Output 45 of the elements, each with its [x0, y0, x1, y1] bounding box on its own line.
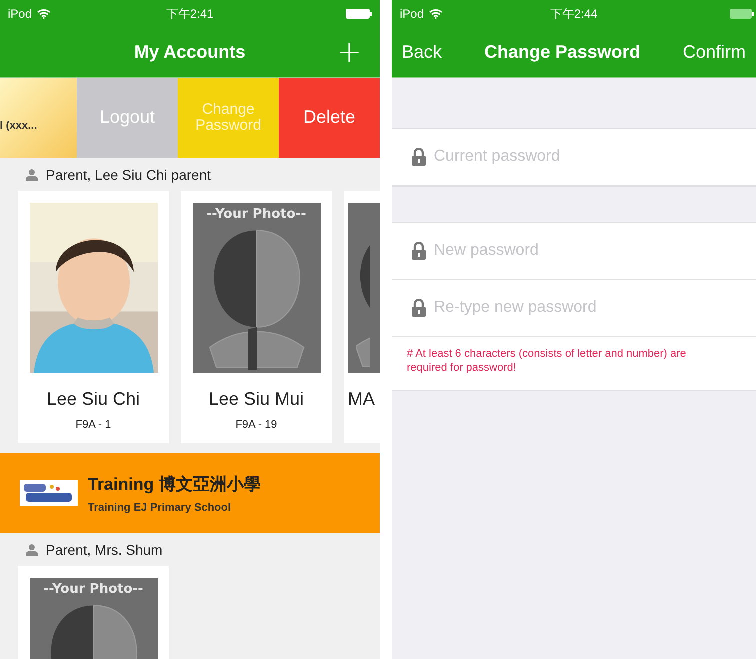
carrier-label: iPod	[8, 7, 32, 21]
lock-icon	[412, 242, 426, 260]
student-name: MA	[348, 389, 375, 410]
account-row[interactable]: l (xxx...	[0, 78, 77, 158]
confirm-button[interactable]: Confirm	[682, 42, 746, 63]
student-class: F9A - 1	[76, 419, 112, 431]
wifi-icon	[429, 9, 444, 19]
student-card[interactable]: --Your Photo--	[18, 566, 169, 659]
lock-icon	[412, 148, 426, 166]
status-time: 下午2:41	[166, 6, 214, 22]
parent-header: Parent, Lee Siu Chi parent	[46, 166, 211, 182]
school-subtitle: Training EJ Primary School	[88, 502, 232, 514]
student-name: Lee Siu Mui	[208, 389, 304, 410]
person-icon	[26, 168, 38, 180]
status-time: 下午2:44	[550, 6, 598, 22]
student-card[interactable]: Lee Siu Chi F9A - 1	[18, 191, 169, 443]
password-hint: # At least 6 characters (consists of letter and number) are required for password!	[406, 347, 688, 376]
parent-header: Parent, Mrs. Shum	[46, 542, 163, 558]
placeholder-label: --Your Photo--	[206, 207, 306, 222]
battery-icon	[730, 9, 756, 19]
school-title: Training 博文亞洲小學	[88, 474, 261, 496]
student-name: Lee Siu Chi	[46, 389, 140, 410]
school-logo-icon	[20, 480, 78, 506]
swipe-action-button[interactable]: Delete	[279, 78, 380, 158]
account-name-text: l (xxx...	[0, 120, 38, 132]
add-button[interactable]: +	[332, 38, 366, 68]
password-input[interactable]: Re-type new password	[434, 299, 756, 317]
carrier-label: iPod	[400, 7, 424, 21]
battery-icon	[346, 9, 372, 19]
password-input[interactable]: New password	[434, 242, 756, 260]
lock-icon	[412, 299, 426, 317]
student-card[interactable]: MA	[344, 191, 380, 443]
placeholder-label: --Your Photo--	[44, 582, 144, 597]
wifi-icon	[37, 9, 52, 19]
student-card[interactable]: --Your Photo-- Lee Siu Mui F9A - 19	[181, 191, 332, 443]
person-icon	[26, 544, 38, 556]
screen-title: Change Password	[484, 42, 641, 63]
password-input[interactable]: Current password	[434, 148, 756, 166]
password-field[interactable]: New password	[392, 223, 756, 280]
student-class: F9A - 19	[236, 419, 278, 431]
screen-title: My Accounts	[134, 42, 246, 63]
back-button[interactable]: Back	[402, 42, 442, 63]
password-field[interactable]: Current password	[392, 129, 756, 186]
password-field[interactable]: Re-type new password	[392, 280, 756, 337]
school-banner[interactable]: Training 博文亞洲小學 Training EJ Primary School	[0, 453, 380, 533]
